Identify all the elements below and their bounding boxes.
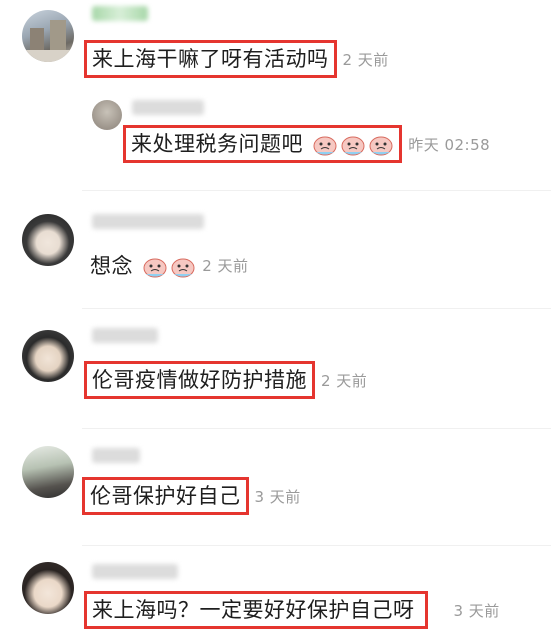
comment-time: 3 天前 <box>254 487 301 506</box>
divider <box>82 545 551 546</box>
divider <box>82 190 551 191</box>
divider <box>82 428 551 429</box>
username[interactable] <box>92 448 140 463</box>
crying-face-emoji <box>143 258 167 278</box>
comment-time: 2 天前 <box>342 50 389 69</box>
avatar[interactable] <box>22 10 74 62</box>
comment-text: 来上海干嘛了呀有活动吗 <box>84 40 337 78</box>
comment-text: 来上海吗？一定要好好保护自己呀 <box>84 591 428 629</box>
avatar[interactable] <box>22 330 74 382</box>
comment-time: 2 天前 <box>202 256 249 275</box>
username[interactable] <box>92 564 178 579</box>
avatar[interactable] <box>22 446 74 498</box>
avatar[interactable] <box>22 214 74 266</box>
comment-text: 想念 <box>90 250 196 280</box>
comment-text: 伦哥疫情做好防护措施 <box>84 361 315 399</box>
comment-text: 伦哥保护好自己 <box>82 477 249 515</box>
avatar[interactable] <box>22 562 74 614</box>
reply-time: 昨天 02:58 <box>408 135 491 154</box>
comment-time: 3 天前 <box>453 601 500 620</box>
avatar[interactable] <box>92 100 122 130</box>
crying-face-emoji <box>369 136 393 156</box>
username[interactable] <box>92 214 204 229</box>
username[interactable] <box>132 100 204 115</box>
crying-face-emoji <box>171 258 195 278</box>
avatar-photo-icon <box>22 20 74 62</box>
divider <box>82 308 551 309</box>
comment-time: 2 天前 <box>321 371 368 390</box>
username[interactable] <box>92 328 158 343</box>
crying-face-emoji <box>341 136 365 156</box>
username[interactable] <box>92 6 148 21</box>
reply-text: 来处理税务问题吧 <box>123 125 403 163</box>
crying-face-emoji <box>313 136 337 156</box>
